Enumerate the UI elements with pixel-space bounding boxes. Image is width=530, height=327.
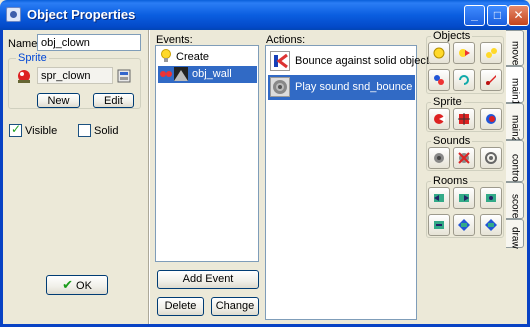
list-item[interactable]: Bounce against solid objects [268, 49, 434, 74]
close-button[interactable]: ✕ [508, 5, 529, 26]
sprite-group-title: Sprite [16, 52, 49, 64]
list-item[interactable]: Play sound snd_bounce [268, 75, 415, 100]
restart-room-icon[interactable] [480, 187, 502, 209]
tab-main1[interactable]: main1 [506, 66, 524, 105]
check-next-room-icon[interactable] [480, 214, 502, 236]
next-room-icon[interactable] [453, 187, 475, 209]
goto-room-icon[interactable] [428, 214, 450, 236]
lightbulb-icon [160, 49, 172, 63]
name-field[interactable]: obj_clown [37, 34, 141, 51]
list-item[interactable]: Create [158, 49, 257, 66]
visible-label: Visible [25, 125, 58, 137]
minimize-button[interactable]: _ [464, 5, 485, 26]
window-title: Object Properties [27, 7, 136, 22]
checkmark-icon: ✔ [62, 277, 73, 292]
change-sprite-icon[interactable] [428, 108, 450, 130]
speaker-icon [270, 77, 290, 97]
list-item[interactable]: obj_wall [158, 66, 257, 83]
maximize-button[interactable]: □ [487, 5, 508, 26]
tab-score[interactable]: score [506, 182, 524, 219]
panel-divider [148, 30, 150, 324]
create-moving-icon[interactable] [453, 42, 475, 64]
tab-draw[interactable]: draw [506, 219, 524, 248]
tab-move[interactable]: move [506, 30, 524, 66]
delete-event-button[interactable]: Delete [157, 297, 204, 316]
sprite-menu-icon[interactable] [117, 69, 131, 83]
sounds-title: Sounds [431, 135, 473, 147]
color-sprite-icon[interactable] [480, 108, 502, 130]
bounce-icon [270, 51, 290, 71]
edit-sprite-button[interactable]: Edit [93, 93, 134, 108]
previous-room-icon[interactable] [428, 187, 450, 209]
visible-checkbox[interactable]: ✓ [9, 122, 22, 137]
create-instance-icon[interactable] [428, 42, 450, 64]
check-sound-icon[interactable] [480, 147, 502, 169]
solid-checkbox[interactable] [78, 124, 91, 137]
new-sprite-button[interactable]: New [37, 93, 80, 108]
change-instance-icon[interactable] [428, 69, 450, 91]
add-event-button[interactable]: Add Event [157, 270, 259, 289]
tab-control[interactable]: control [506, 140, 524, 184]
check-previous-room-icon[interactable] [453, 214, 475, 236]
sprite-field[interactable]: spr_clown [37, 67, 113, 84]
transform-sprite-icon[interactable] [453, 108, 475, 130]
app-icon [6, 7, 21, 22]
play-sound-icon[interactable] [428, 147, 450, 169]
destroy-instance-icon[interactable] [453, 69, 475, 91]
objects-title: Objects [431, 30, 473, 42]
collision-icon [159, 68, 173, 80]
actions-list[interactable]: Bounce against solid objects Play sound … [265, 45, 434, 320]
stop-sound-icon[interactable] [453, 147, 475, 169]
change-event-button[interactable]: Change [211, 297, 259, 316]
wall-sprite-icon [174, 67, 188, 81]
sprite-thumbnail-icon [16, 69, 32, 83]
destroy-at-position-icon[interactable] [480, 69, 502, 91]
events-list[interactable]: Create obj_wall [155, 45, 259, 262]
title-bar: Object Properties _ □ ✕ [0, 0, 530, 30]
solid-label: Solid [94, 125, 119, 137]
create-random-icon[interactable] [480, 42, 502, 64]
tab-main2[interactable]: main2 [506, 103, 524, 142]
ok-button[interactable]: ✔ OK [46, 275, 108, 295]
name-label: Name: [8, 38, 41, 50]
rooms-title: Rooms [431, 175, 470, 187]
sprite-palette-title: Sprite [431, 96, 464, 108]
